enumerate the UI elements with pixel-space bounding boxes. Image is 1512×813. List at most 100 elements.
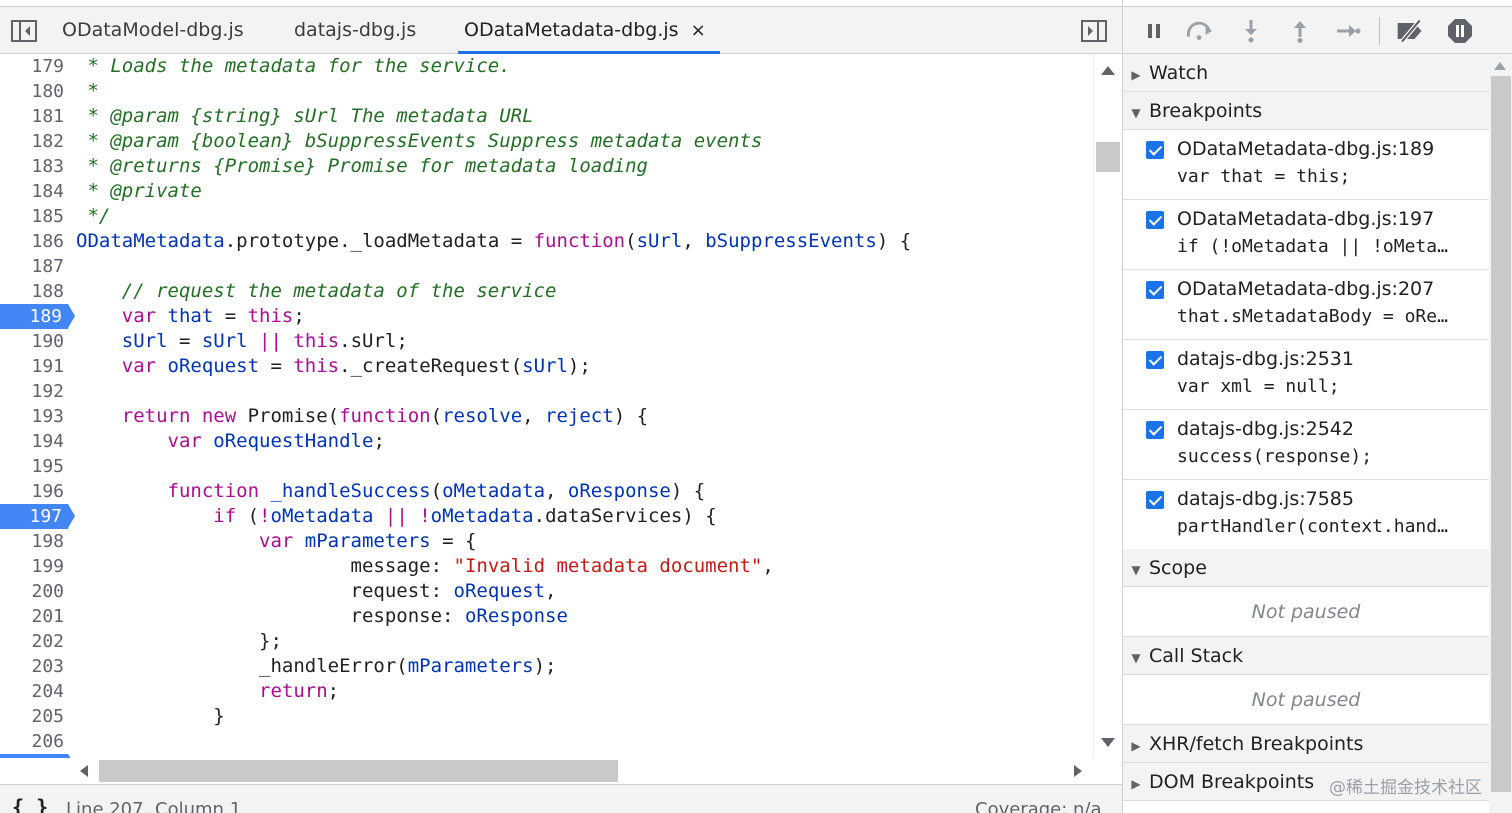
scroll-down-icon[interactable] xyxy=(1101,738,1115,747)
line-number[interactable]: 204 xyxy=(0,679,70,704)
call-stack-section-header[interactable]: ▼ Call Stack xyxy=(1123,637,1489,675)
status-bar: { } Line 207, Column 1 Coverage: n/a xyxy=(0,784,1122,813)
breakpoint-code: var that = this; xyxy=(1177,166,1351,187)
code-text: sUrl = sUrl || this.sUrl; xyxy=(76,330,408,352)
breakpoint-item[interactable]: ODataMetadata-dbg.js:207 that.sMetadataBo… xyxy=(1123,270,1489,340)
breakpoint-checkbox[interactable] xyxy=(1146,141,1164,159)
debugger-toolbar xyxy=(1123,6,1512,54)
breakpoint-marker[interactable]: 197 xyxy=(0,504,75,529)
breakpoint-item[interactable]: datajs-dbg.js:7585 partHandler(context.ha… xyxy=(1123,480,1489,550)
line-number[interactable]: 187 xyxy=(0,254,70,279)
breakpoint-item[interactable]: ODataMetadata-dbg.js:189 var that = this; xyxy=(1123,130,1489,200)
step-into-icon[interactable] xyxy=(1236,17,1266,45)
tab-odatametadata[interactable]: ODataMetadata-dbg.js × xyxy=(458,7,720,54)
chevron-right-icon: ▶ xyxy=(1131,777,1141,791)
breakpoint-checkbox[interactable] xyxy=(1146,421,1164,439)
breakpoint-checkbox[interactable] xyxy=(1146,491,1164,509)
line-number[interactable]: 192 xyxy=(0,379,70,404)
line-number[interactable]: 198 xyxy=(0,529,70,554)
pause-on-exceptions-icon[interactable] xyxy=(1445,17,1475,45)
line-number[interactable]: 206 xyxy=(0,729,70,754)
pretty-print-icon[interactable]: { } xyxy=(12,795,48,813)
line-number[interactable]: 205 xyxy=(0,704,70,729)
line-number[interactable]: 199 xyxy=(0,554,70,579)
scroll-right-icon[interactable] xyxy=(1074,765,1082,777)
deactivate-breakpoints-icon[interactable] xyxy=(1395,17,1425,45)
breakpoint-code: that.sMetadataBody = oRe… xyxy=(1177,306,1448,327)
scroll-thumb[interactable] xyxy=(1096,142,1120,172)
xhr-breakpoints-section-header[interactable]: ▶ XHR/fetch Breakpoints xyxy=(1123,725,1489,763)
code-text: * Loads the metadata for the service. xyxy=(76,55,511,77)
line-number[interactable]: 200 xyxy=(0,579,70,604)
code-line: 205 } xyxy=(0,704,1093,729)
breakpoint-item[interactable]: ODataMetadata-dbg.js:197 if (!oMetadata |… xyxy=(1123,200,1489,270)
close-tab-icon[interactable]: × xyxy=(691,8,706,54)
sidebar-scrollbar[interactable] xyxy=(1489,54,1512,813)
toolbar-divider xyxy=(1379,17,1380,45)
line-number[interactable]: 180 xyxy=(0,79,70,104)
step-over-icon[interactable] xyxy=(1185,17,1215,45)
section-title: Watch xyxy=(1149,62,1209,84)
code-line: 182 * @param {boolean} bSuppressEvents S… xyxy=(0,129,1093,154)
line-number[interactable]: 182 xyxy=(0,129,70,154)
code-line: 188 // request the metadata of the servi… xyxy=(0,279,1093,304)
tab-odatamodel[interactable]: ODataModel-dbg.js xyxy=(62,7,244,53)
line-number[interactable]: 201 xyxy=(0,604,70,629)
dom-breakpoints-section-header[interactable]: ▶ DOM Breakpoints @稀土掘金技术社区 xyxy=(1123,763,1489,801)
scroll-up-icon[interactable] xyxy=(1101,66,1115,75)
vertical-scrollbar[interactable] xyxy=(1093,54,1122,758)
code-area[interactable]: 179 * Loads the metadata for the service… xyxy=(0,54,1093,758)
line-number[interactable]: 185 xyxy=(0,204,70,229)
horizontal-scrollbar[interactable] xyxy=(70,758,1093,784)
line-number[interactable]: 202 xyxy=(0,629,70,654)
line-number[interactable]: 181 xyxy=(0,104,70,129)
line-number[interactable]: 194 xyxy=(0,429,70,454)
code-text: response: oResponse xyxy=(76,605,568,627)
breakpoint-checkbox[interactable] xyxy=(1146,281,1164,299)
breakpoint-checkbox[interactable] xyxy=(1146,211,1164,229)
tab-datajs[interactable]: datajs-dbg.js xyxy=(294,7,416,53)
step-icon[interactable] xyxy=(1333,17,1363,45)
breakpoint-location: ODataMetadata-dbg.js:207 xyxy=(1177,278,1435,300)
code-text: * @returns {Promise} Promise for metadat… xyxy=(76,155,648,177)
scroll-thumb[interactable] xyxy=(1491,76,1511,792)
code-line: 203 _handleError(mParameters); xyxy=(0,654,1093,679)
breakpoint-item[interactable]: datajs-dbg.js:2531 var xml = null; xyxy=(1123,340,1489,410)
section-title: Scope xyxy=(1149,557,1207,579)
breakpoints-section-header[interactable]: ▼ Breakpoints xyxy=(1123,92,1489,130)
scroll-left-icon[interactable] xyxy=(80,765,88,777)
section-title: Call Stack xyxy=(1149,645,1244,667)
line-number[interactable]: 196 xyxy=(0,479,70,504)
toggle-debugger-icon[interactable] xyxy=(1080,17,1108,45)
toggle-navigator-icon[interactable] xyxy=(10,17,38,45)
breakpoint-marker[interactable]: 189 xyxy=(0,304,75,329)
coverage-status[interactable]: Coverage: n/a xyxy=(975,799,1102,813)
step-out-icon[interactable] xyxy=(1285,17,1315,45)
pause-icon[interactable] xyxy=(1139,17,1169,45)
line-number[interactable]: 183 xyxy=(0,154,70,179)
line-number[interactable]: 184 xyxy=(0,179,70,204)
line-number[interactable]: 179 xyxy=(0,54,70,79)
scope-status: Not paused xyxy=(1123,587,1489,637)
code-text: return; xyxy=(76,680,340,702)
line-number[interactable]: 186 xyxy=(0,229,70,254)
breakpoint-marker[interactable]: 207 xyxy=(0,754,75,758)
code-line: 198 var mParameters = { xyxy=(0,529,1093,554)
line-number[interactable]: 191 xyxy=(0,354,70,379)
line-number[interactable]: 193 xyxy=(0,404,70,429)
breakpoint-item[interactable]: datajs-dbg.js:2542 success(response); xyxy=(1123,410,1489,480)
scope-section-header[interactable]: ▼ Scope xyxy=(1123,549,1489,587)
code-text: _handleError(mParameters); xyxy=(76,655,557,677)
breakpoint-checkbox[interactable] xyxy=(1146,351,1164,369)
chevron-down-icon: ▼ xyxy=(1131,651,1141,665)
code-line: 192 xyxy=(0,379,1093,404)
line-number[interactable]: 190 xyxy=(0,329,70,354)
line-number[interactable]: 195 xyxy=(0,454,70,479)
scroll-up-icon[interactable] xyxy=(1494,62,1506,70)
line-number[interactable]: 188 xyxy=(0,279,70,304)
watch-section-header[interactable]: ▶ Watch xyxy=(1123,54,1489,92)
chevron-down-icon: ▼ xyxy=(1131,106,1141,120)
line-number[interactable]: 203 xyxy=(0,654,70,679)
code-text: * @private xyxy=(76,180,202,202)
scroll-thumb[interactable] xyxy=(99,760,618,782)
